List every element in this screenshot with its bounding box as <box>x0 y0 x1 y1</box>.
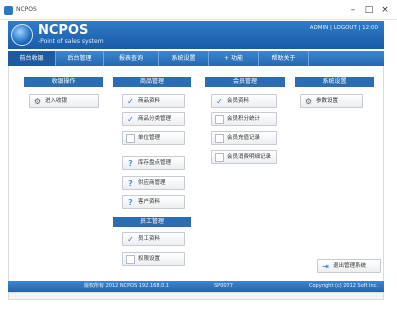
button-label: 会员积分统计 <box>227 116 261 122</box>
customer-button[interactable]: ? 客户资料 <box>122 195 185 209</box>
gear-icon: ⚙ <box>304 97 313 106</box>
footer-code: SP0077 <box>214 283 233 289</box>
button-label: 库存盘点管理 <box>138 160 172 166</box>
maximize-icon[interactable]: □ <box>363 4 375 16</box>
button-label: 员工资料 <box>138 236 161 242</box>
member-recharge-button[interactable]: 会员充值记录 <box>211 131 277 145</box>
close-icon[interactable]: × <box>379 4 391 16</box>
document-icon <box>215 153 224 162</box>
button-label: 会员消费明细记录 <box>227 154 272 160</box>
button-label: 会员充值记录 <box>227 135 261 141</box>
button-label: 商品资料 <box>138 98 161 104</box>
supplier-button[interactable]: ? 供应商管理 <box>122 176 185 190</box>
title-bar: NCPOS – □ × <box>0 0 397 20</box>
gear-icon: ⚙ <box>33 97 42 106</box>
tab-help[interactable]: 帮助关于 <box>259 51 309 66</box>
document-icon <box>126 134 135 143</box>
member-consumption-button[interactable]: 会员消费明细记录 <box>211 150 277 164</box>
status-bar <box>8 292 384 300</box>
app-icon <box>4 6 13 15</box>
parameter-settings-button[interactable]: ⚙ 参数设置 <box>300 94 363 108</box>
member-points-button[interactable]: 会员积分统计 <box>211 112 277 126</box>
brand-name: NCPOS <box>38 23 89 38</box>
column-header-cashier: 收银操作 <box>24 77 103 87</box>
footer-right: Copyright (c) 2012 Soft Inc. <box>308 283 378 289</box>
column-header-system: 系统设置 <box>295 77 374 87</box>
button-label: 会员资料 <box>227 98 250 104</box>
minimize-icon[interactable]: – <box>347 4 359 16</box>
tab-pos[interactable]: 前台收银 <box>8 51 56 66</box>
window-title: NCPOS <box>16 6 37 13</box>
check-icon: ✓ <box>216 97 223 106</box>
main-nav: 前台收银 后台管理 报表查询 系统设置 + 功能 帮助关于 <box>8 51 384 66</box>
check-icon: ✓ <box>127 115 134 124</box>
enter-cashier-button[interactable]: ⚙ 进入收银 <box>29 94 99 108</box>
inventory-button[interactable]: ? 库存盘点管理 <box>122 156 185 170</box>
question-icon: ? <box>128 198 133 207</box>
main-content: 收银操作 ⚙ 进入收银 商品管理 ✓ 商品资料 ✓ 商品分类管理 单位管理 ? … <box>8 66 384 281</box>
button-label: 商品分类管理 <box>138 116 172 122</box>
check-icon: ✓ <box>127 235 134 244</box>
unit-management-button[interactable]: 单位管理 <box>122 131 185 145</box>
question-icon: ? <box>128 179 133 188</box>
member-info-button[interactable]: ✓ 会员资料 <box>211 94 277 108</box>
permission-button[interactable]: 权限设置 <box>122 252 185 266</box>
brand-tagline: -Point of sales system <box>38 38 104 45</box>
column-header-members: 会员管理 <box>205 77 285 87</box>
button-label: 客户资料 <box>138 199 161 205</box>
document-icon <box>126 255 135 264</box>
button-label: 权限设置 <box>138 256 161 262</box>
document-icon <box>215 115 224 124</box>
footer-copyright: 版权所有 2012 NCPOS 192.168.0.1 <box>84 283 170 289</box>
button-label: 进入收银 <box>45 98 68 104</box>
tab-backoffice[interactable]: 后台管理 <box>56 51 104 66</box>
exit-system-button[interactable]: ⇥ 退出管理系统 <box>317 259 381 273</box>
tab-reports[interactable]: 报表查询 <box>104 51 159 66</box>
product-category-button[interactable]: ✓ 商品分类管理 <box>122 112 185 126</box>
button-label: 单位管理 <box>138 135 161 141</box>
tab-functions[interactable]: + 功能 <box>209 51 259 66</box>
product-info-button[interactable]: ✓ 商品资料 <box>122 94 185 108</box>
button-label: 参数设置 <box>316 98 339 104</box>
ncpos-logo <box>11 24 33 46</box>
column-header-staff: 员工管理 <box>113 217 191 227</box>
document-icon <box>215 134 224 143</box>
check-icon: ✓ <box>127 97 134 106</box>
tab-settings[interactable]: 系统设置 <box>159 51 209 66</box>
exit-icon: ⇥ <box>322 262 329 271</box>
button-label: 供应商管理 <box>138 180 166 186</box>
button-label: 退出管理系统 <box>333 263 367 269</box>
column-header-products: 商品管理 <box>113 77 191 87</box>
footer-bar: 版权所有 2012 NCPOS 192.168.0.1 SP0077 Copyr… <box>8 281 384 292</box>
app-header: NCPOS -Point of sales system ADMIN | LOG… <box>8 21 384 49</box>
question-icon: ? <box>128 159 133 168</box>
staff-info-button[interactable]: ✓ 员工资料 <box>122 232 185 246</box>
user-info[interactable]: ADMIN | LOGOUT | 12:00 <box>310 25 378 31</box>
